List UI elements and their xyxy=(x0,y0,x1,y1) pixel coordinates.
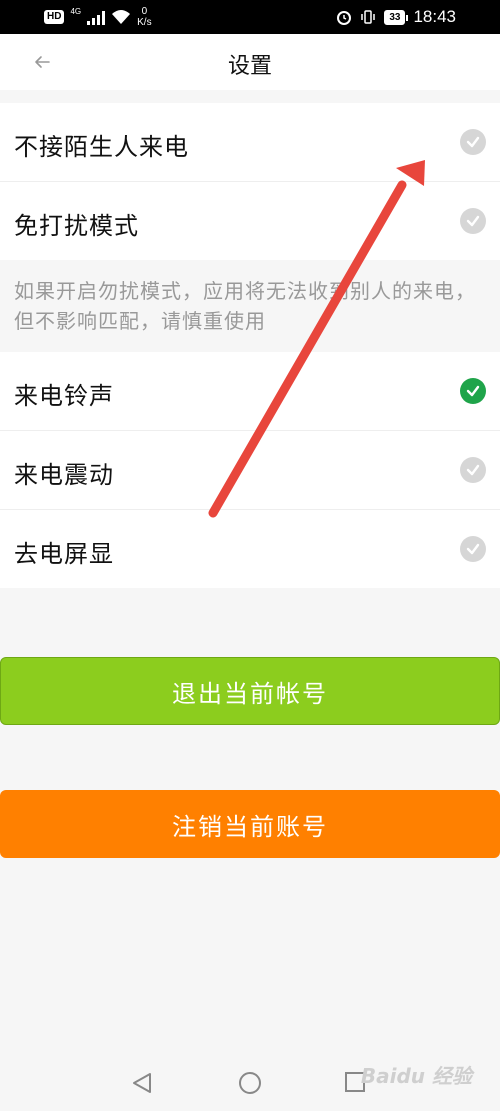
alarm-icon xyxy=(337,11,352,25)
setting-row-ringtone[interactable]: 来电铃声 xyxy=(0,352,500,431)
check-circle-icon[interactable] xyxy=(460,208,486,234)
setting-row-outgoing-display[interactable]: 去电屏显 xyxy=(0,510,500,588)
network-type: 4G xyxy=(70,6,82,16)
setting-label: 去电屏显 xyxy=(14,540,114,568)
network-speed: 0 K/s xyxy=(137,6,151,28)
setting-row-block-strangers[interactable]: 不接陌生人来电 xyxy=(0,103,500,182)
signal-icon xyxy=(87,9,106,25)
page-title: 设置 xyxy=(227,54,272,79)
baidu-watermark: Baidu 经验 xyxy=(360,1064,472,1088)
setting-label: 不接陌生人来电 xyxy=(14,133,189,161)
battery-level: 33 xyxy=(384,9,409,25)
cancel-account-button[interactable]: 注销当前账号 xyxy=(0,790,500,858)
status-bar: HD 4G 0 K/s 33 18:43 xyxy=(0,0,500,34)
setting-label: 来电震动 xyxy=(14,461,114,489)
status-left: HD 4G 0 K/s xyxy=(44,6,152,28)
status-right: 33 18:43 xyxy=(336,7,456,27)
check-circle-icon[interactable] xyxy=(460,378,486,404)
check-circle-icon[interactable] xyxy=(460,457,486,483)
check-circle-icon[interactable] xyxy=(460,129,486,155)
network-speed-unit: K/s xyxy=(137,17,152,28)
setting-row-vibration[interactable]: 来电震动 xyxy=(0,431,500,510)
wifi-icon xyxy=(112,10,131,24)
clock: 18:43 xyxy=(413,7,456,26)
vibrate-icon xyxy=(361,10,376,24)
check-circle-icon[interactable] xyxy=(460,536,486,562)
setting-row-do-not-disturb[interactable]: 免打扰模式 xyxy=(0,182,500,260)
setting-label: 免打扰模式 xyxy=(14,212,139,240)
setting-label: 来电铃声 xyxy=(14,382,114,410)
network-speed-value: 0 xyxy=(141,6,148,17)
hd-badge: HD xyxy=(44,10,65,24)
triangle-back-icon[interactable] xyxy=(130,1071,154,1095)
logout-button[interactable]: 退出当前帐号 xyxy=(0,657,500,725)
dnd-note: 如果开启勿扰模式，应用将无法收到别人的来电，但不影响匹配，请慎重使用 xyxy=(14,279,476,333)
settings-group-ringing: 来电铃声 来电震动 去电屏显 xyxy=(0,352,500,588)
circle-home-icon[interactable] xyxy=(238,1071,262,1095)
settings-group-calls: 不接陌生人来电 免打扰模式 xyxy=(0,103,500,260)
app-header: 设置 xyxy=(0,34,500,90)
